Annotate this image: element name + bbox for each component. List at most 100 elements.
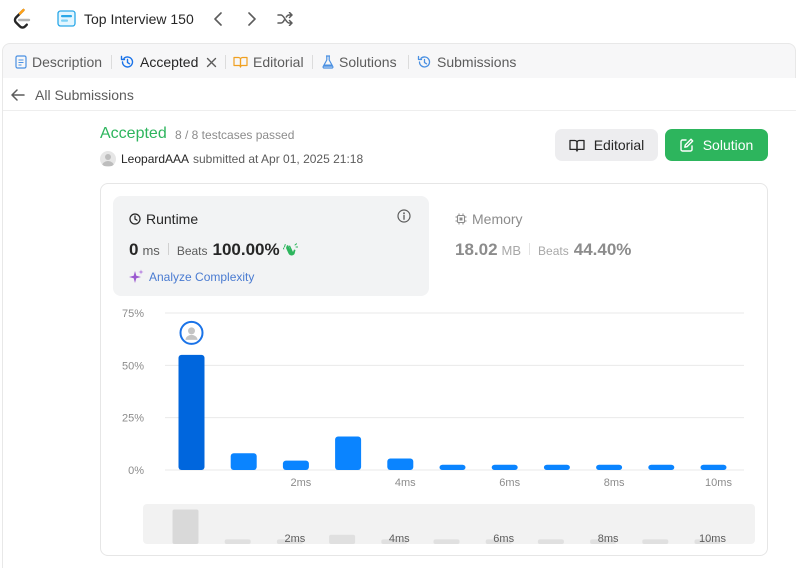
editorial-button[interactable]: Editorial [555,129,658,161]
divider [529,243,531,255]
x-tick-label: 2ms [291,477,312,489]
x-tick-label: 10ms [705,477,732,489]
tab-label: Solutions [339,54,397,70]
solution-label: Solution [702,137,754,153]
testcases-passed: 8 / 8 testcases passed [175,128,295,142]
minimap-bar [224,539,251,544]
tab-divider [408,55,409,69]
y-tick-label: 75% [122,308,144,320]
book-icon [233,56,248,68]
chart-bar[interactable] [439,464,466,470]
tab-divider [312,55,313,69]
top-bar: Top Interview 150 [0,0,796,38]
all-submissions-link[interactable]: All Submissions [11,86,134,104]
problem-list-title[interactable]: Top Interview 150 [84,11,194,27]
chart-bar[interactable] [700,464,727,470]
tab-label: Submissions [437,54,517,70]
flask-icon [322,55,334,69]
y-tick-label: 25% [122,413,144,425]
chart-bar[interactable] [491,464,518,470]
minimap-tick-label: 10ms [699,533,726,544]
tab-divider [225,55,226,69]
runtime-unit: ms [142,243,160,258]
chevron-right-icon [248,12,256,26]
chart-bar[interactable] [335,436,362,470]
runtime-panel[interactable]: Runtime 0 ms Beats 100.00% Analyze Compl… [113,196,429,296]
chart-bar[interactable] [387,458,414,470]
chart-bar[interactable] [230,453,257,470]
tab-label: Editorial [253,54,304,70]
analyze-label: Analyze Complexity [149,269,255,284]
divider [167,243,169,255]
x-tick-label: 4ms [395,477,416,489]
minimap-bar [172,509,199,544]
close-icon[interactable] [206,57,217,68]
prev-problem-button[interactable] [209,9,227,29]
info-icon[interactable] [397,209,411,223]
runtime-value: 0 [129,240,139,259]
tab-label: Description [32,54,103,70]
edit-icon [680,138,694,152]
memory-unit: MB [501,243,522,258]
tab-divider [111,55,112,69]
minimap-bar [329,534,356,544]
leetcode-logo[interactable] [11,8,33,30]
tab-editorial[interactable]: Editorial [233,53,304,71]
chart-bar[interactable] [178,354,205,470]
description-icon [15,55,27,69]
minimap-tick-label: 6ms [493,533,514,544]
memory-title: Memory [455,211,523,227]
shuffle-icon [276,12,293,26]
memory-beats: 44.40% [573,240,632,259]
tab-accepted[interactable]: Accepted [120,53,222,71]
memory-value-row: 18.02 MB Beats 44.40% [455,240,631,260]
user-icon [102,154,114,166]
runtime-label: Runtime [146,211,199,227]
clock-icon [129,213,141,225]
memory-label: Memory [472,211,523,227]
clapping-hands-icon [282,242,298,255]
avatar[interactable] [100,151,116,167]
editorial-label: Editorial [593,137,645,153]
y-tick-label: 0% [128,465,144,477]
chart-bar[interactable] [596,464,623,470]
chart-bar[interactable] [543,464,570,470]
submission-status: Accepted [100,125,167,142]
submitted-time: submitted at Apr 01, 2025 21:18 [193,152,364,166]
arrow-left-icon [11,89,25,101]
tab-description[interactable]: Description [15,53,102,71]
chevron-left-icon [214,12,222,26]
submitter-name[interactable]: LeopardAAA [121,152,189,166]
book-icon [569,139,585,152]
chart-range-slider[interactable]: 2ms 4ms 6ms 8ms 10ms [143,504,755,544]
performance-card: Runtime 0 ms Beats 100.00% Analyze Compl… [100,183,768,556]
beats-label: Beats [538,244,569,258]
x-tick-label: 8ms [604,477,625,489]
beats-label: Beats [176,244,208,258]
tab-label: Accepted [140,54,199,70]
chart-bar[interactable] [648,464,675,470]
analyze-complexity-link[interactable]: Analyze Complexity [129,269,254,284]
user-icon [188,327,195,335]
history-icon [120,55,134,68]
next-problem-button[interactable] [243,9,261,29]
study-plan-icon[interactable] [57,10,76,27]
tab-submissions[interactable]: Submissions [417,53,516,71]
minimap-bar [642,539,669,544]
divider [3,110,796,111]
random-problem-button[interactable] [275,9,295,29]
y-tick-label: 50% [122,360,144,372]
memory-panel[interactable]: Memory 18.02 MB Beats 44.40% [441,196,757,296]
back-label: All Submissions [35,87,134,103]
runtime-value-row: 0 ms Beats 100.00% [129,240,298,260]
runtime-distribution-chart[interactable]: 75% 50% 25% 0% 2ms 4ms 6ms 8ms 10ms [101,304,769,489]
runtime-beats: 100.00% [212,240,280,259]
tab-solutions[interactable]: Solutions [322,53,397,71]
tab-bar: Description Accepted Editorial Solutions… [2,43,796,78]
minimap-tick-label: 2ms [285,533,306,544]
solution-button[interactable]: Solution [665,129,768,161]
chip-icon [455,213,467,225]
submission-panel: All Submissions Accepted 8 / 8 testcases… [2,78,796,568]
memory-value: 18.02 [455,240,498,259]
chart-bar[interactable] [282,460,309,470]
